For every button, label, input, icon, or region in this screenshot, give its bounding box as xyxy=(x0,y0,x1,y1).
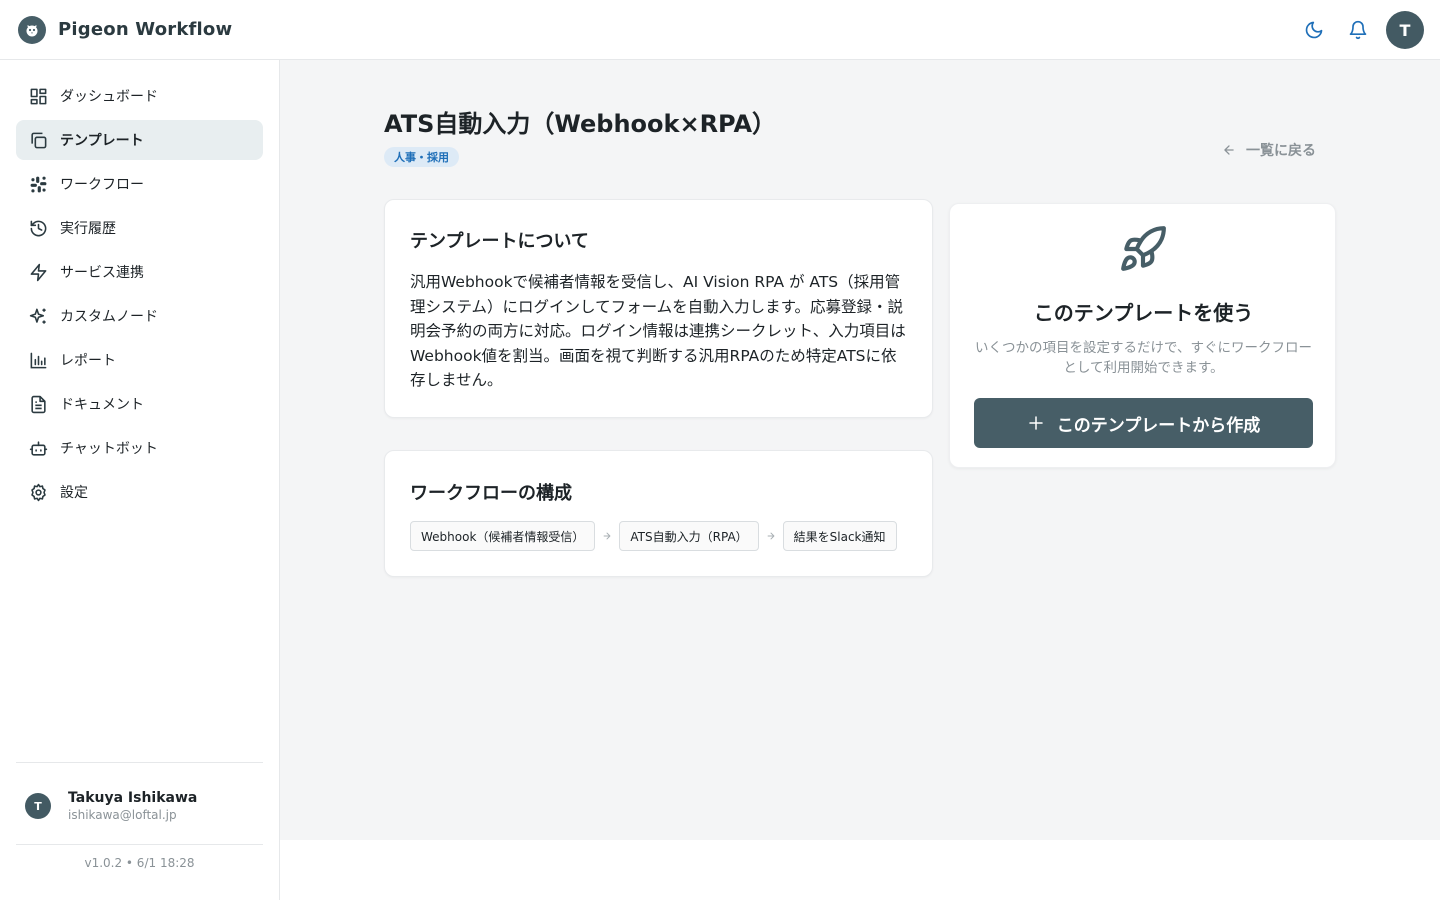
workflow-structure-card: ワークフローの構成 Webhook（候補者情報受信） ATS自動入力（RPA） … xyxy=(384,450,933,577)
sidebar-item-reports[interactable]: レポート xyxy=(16,340,263,380)
user-avatar[interactable]: T xyxy=(1386,11,1424,49)
sidebar-divider xyxy=(16,844,263,845)
plus-icon xyxy=(1027,414,1045,432)
moon-icon[interactable] xyxy=(1302,18,1326,42)
sidebar-item-label: テンプレート xyxy=(60,133,144,149)
main-content: ATS自動入力（Webhook×RPA） 人事・採用 一覧に戻る テンプレートに… xyxy=(280,60,1440,840)
version-text: v1.0.2 • 6/1 18:28 xyxy=(84,856,195,870)
sidebar-item-label: サービス連携 xyxy=(60,265,144,281)
sidebar-item-dashboard[interactable]: ダッシュボード xyxy=(16,76,263,116)
sidebar-item-label: レポート xyxy=(60,353,116,369)
bot-icon xyxy=(28,438,48,458)
sidebar-item-workflows[interactable]: ワークフロー xyxy=(16,164,263,204)
copy-icon xyxy=(28,130,48,150)
workflow-icon xyxy=(28,174,48,194)
arrow-left-icon xyxy=(1222,143,1236,157)
sparkles-icon xyxy=(28,306,48,326)
user-profile[interactable]: T Takuya Ishikawa ishikawa@loftal.jp xyxy=(16,778,263,834)
sidebar: ダッシュボード テンプレート ワークフロー 実行履歴 サービス連携 カスタムノー… xyxy=(0,60,280,900)
app-name: Pigeon Workflow xyxy=(58,19,233,40)
use-template-description: いくつかの項目を設定するだけで、すぐにワークフローとして利用開始できます。 xyxy=(975,340,1312,376)
page-title: ATS自動入力（Webhook×RPA） xyxy=(384,110,777,138)
document-icon xyxy=(28,394,48,414)
sidebar-item-label: 実行履歴 xyxy=(60,221,116,237)
pigeon-logo-icon xyxy=(18,15,46,44)
rocket-icon xyxy=(1118,224,1168,274)
about-description: 汎用Webhookで候補者情報を受信し、AI Vision RPA が ATS（… xyxy=(410,273,906,389)
flow-step: ATS自動入力（RPA） xyxy=(619,521,759,551)
create-from-template-button[interactable]: このテンプレートから作成 xyxy=(974,398,1313,448)
header-actions: T xyxy=(1302,11,1424,49)
user-email: ishikawa@loftal.jp xyxy=(68,808,177,822)
history-icon xyxy=(28,218,48,238)
sidebar-item-label: カスタムノード xyxy=(60,309,158,325)
sidebar-item-documents[interactable]: ドキュメント xyxy=(16,384,263,424)
create-button-label: このテンプレートから作成 xyxy=(1056,415,1261,436)
sidebar-item-chatbot[interactable]: チャットボット xyxy=(16,428,263,468)
category-badge: 人事・採用 xyxy=(384,147,459,167)
flow-step: Webhook（候補者情報受信） xyxy=(410,521,596,551)
about-title: テンプレートについて xyxy=(410,231,589,252)
sidebar-item-label: 設定 xyxy=(60,485,88,501)
sidebar-item-custom-nodes[interactable]: カスタムノード xyxy=(16,296,263,336)
sidebar-item-integrations[interactable]: サービス連携 xyxy=(16,252,263,292)
arrow-right-icon xyxy=(595,531,619,541)
dashboard-icon xyxy=(28,86,48,106)
sidebar-item-templates[interactable]: テンプレート xyxy=(16,120,263,160)
use-template-title: このテンプレートを使う xyxy=(1033,301,1254,325)
bell-icon[interactable] xyxy=(1346,18,1370,42)
gear-icon xyxy=(28,482,48,502)
flow-title: ワークフローの構成 xyxy=(410,483,572,504)
user-name: Takuya Ishikawa xyxy=(68,790,198,806)
bar-chart-icon xyxy=(28,350,48,370)
avatar: T xyxy=(25,793,51,819)
brand[interactable]: Pigeon Workflow xyxy=(18,15,233,44)
use-template-card: このテンプレートを使う いくつかの項目を設定するだけで、すぐにワークフローとして… xyxy=(949,203,1336,468)
flow-steps: Webhook（候補者情報受信） ATS自動入力（RPA） 結果をSlack通知 xyxy=(410,521,897,551)
sidebar-item-label: ドキュメント xyxy=(60,397,144,413)
back-link-label: 一覧に戻る xyxy=(1246,143,1316,159)
lightning-icon xyxy=(28,262,48,282)
sidebar-item-label: ダッシュボード xyxy=(60,89,158,105)
sidebar-nav: ダッシュボード テンプレート ワークフロー 実行履歴 サービス連携 カスタムノー… xyxy=(16,76,263,516)
sidebar-item-settings[interactable]: 設定 xyxy=(16,472,263,512)
user-info: Takuya Ishikawa ishikawa@loftal.jp xyxy=(68,790,197,822)
sidebar-item-label: ワークフロー xyxy=(60,177,144,193)
sidebar-item-history[interactable]: 実行履歴 xyxy=(16,208,263,248)
flow-step: 結果をSlack通知 xyxy=(782,521,897,551)
sidebar-divider xyxy=(16,762,263,763)
sidebar-item-label: チャットボット xyxy=(60,441,158,457)
about-card: テンプレートについて 汎用Webhookで候補者情報を受信し、AI Vision… xyxy=(384,199,933,418)
top-header: Pigeon Workflow T xyxy=(0,0,1440,60)
back-to-list-link[interactable]: 一覧に戻る xyxy=(1222,140,1316,160)
arrow-right-icon xyxy=(759,531,783,541)
